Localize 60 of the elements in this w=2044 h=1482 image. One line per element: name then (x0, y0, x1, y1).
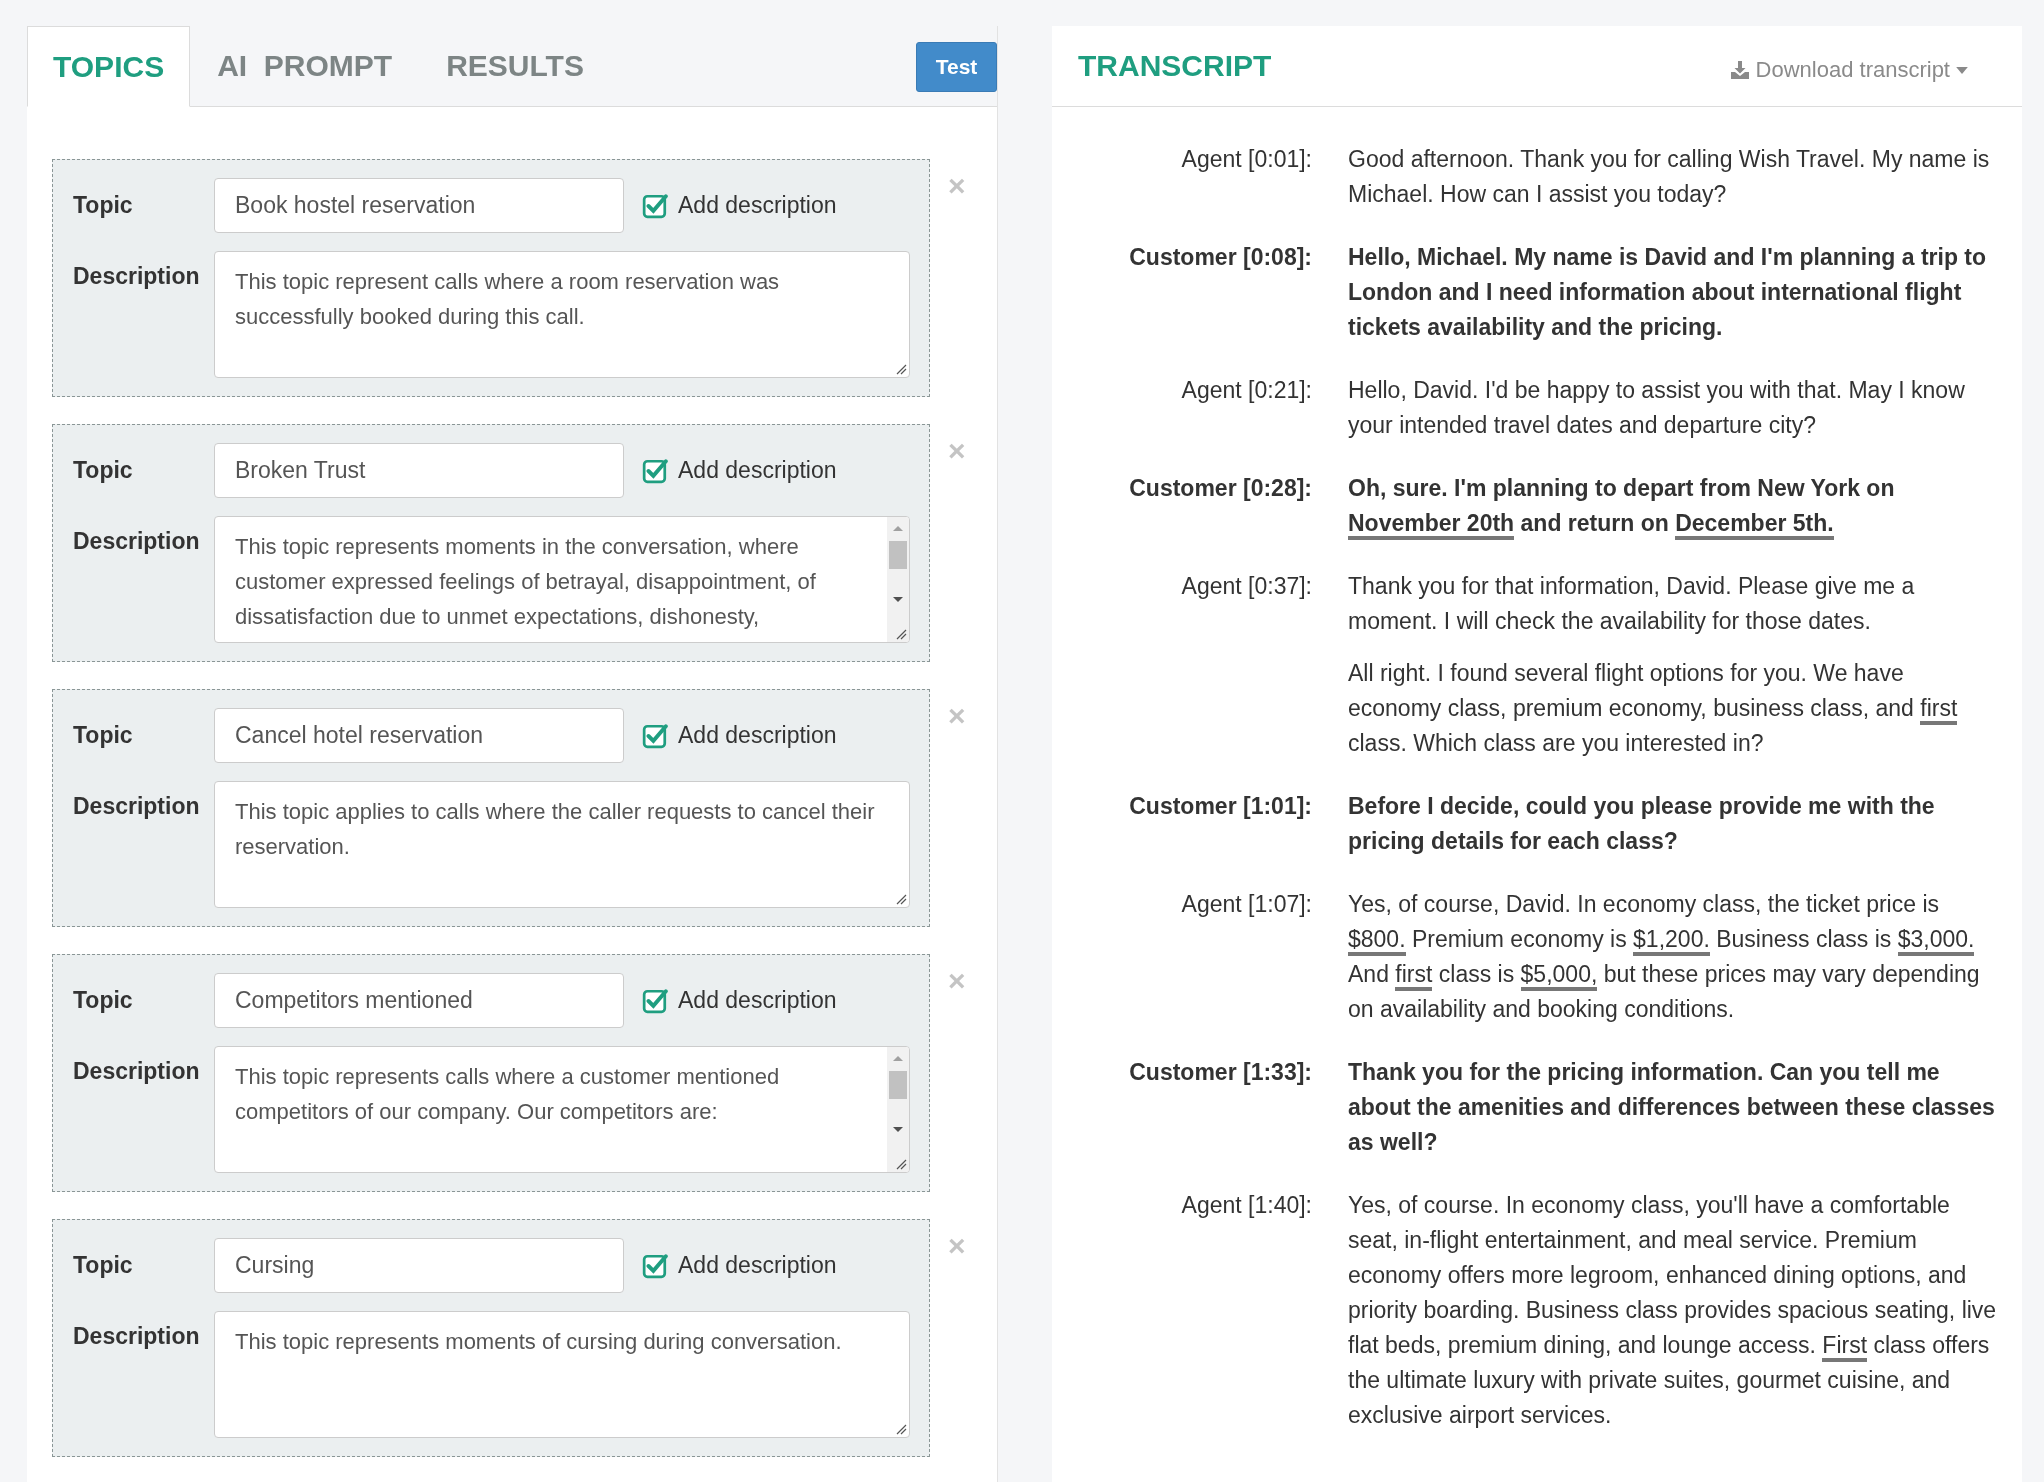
topic-input[interactable]: Cancel hotel reservation (214, 708, 624, 763)
checkbox-label[interactable]: Add description (678, 1252, 837, 1279)
caret-icon (1956, 66, 1968, 74)
checkbox-label[interactable]: Add description (678, 987, 837, 1014)
topic-input[interactable]: Competitors mentioned (214, 973, 624, 1028)
transcript-text: Thank you for that information, David. Please give me a moment. I will check the availability for those dates. (1348, 572, 1916, 636)
speaker-label: Agent [0:37]: (1180, 572, 1312, 601)
description-label: Description (73, 527, 201, 555)
topic-input[interactable]: Cursing (214, 1238, 624, 1293)
description-label: Description (73, 1322, 201, 1350)
transcript-text: Good afternoon. Thank you for calling Wish Travel. My name is Michael. How can I assist you today? (1348, 145, 1991, 209)
description-field[interactable]: This topic applies to calls where the caller requests to cancel their reservation. (214, 781, 910, 908)
transcript-text: Yes, of course. In economy class, you'll have a comfortable seat, in-flight entertainment, and meal service. Premium economy offers more legroom, enhanced dining options, and priority boarding. Business class provides spacious seating, live flat beds, premium dining, and lounge access. First class offers the ultimate luxury with private suites, gourmet cuisine, and exclusive airport services. (1348, 1191, 1998, 1430)
transcript-text: All right. I found several flight options for you. We have economy class, premium economy, business class, and first class. Which class are you interested in? (1348, 659, 1959, 758)
transcript-text: Thank you for the pricing information. Can you tell me about the amenities and differences between these classes as well? (1348, 1058, 1996, 1157)
transcript-text: Hello, Michael. My name is David and I'm planning a trip to London and I need information about international flight tickets availability and the pricing. (1348, 243, 1988, 342)
checkbox-label[interactable]: Add description (678, 192, 837, 219)
description-label: Description (73, 1057, 201, 1085)
description-field[interactable]: This topic represent calls where a room reservation was successfully booked during this call. (214, 251, 910, 378)
speaker-label: Agent [0:21]: (1180, 376, 1312, 405)
transcript-text: Yes, of course, David. In economy class, the ticket price is $800. Premium economy is $1,200. Business class is $3,000. And first class is $5,000, but these prices may vary depending on availability and booking conditions. (1348, 890, 1981, 1024)
speaker-label: Agent [1:40]: (1180, 1191, 1312, 1220)
transcript-text: Oh, sure. I'm planning to depart from New York on November 20th and return on December 5th. (1348, 471, 1998, 541)
speaker-label: Agent [0:01]: (1180, 145, 1312, 174)
resize-grip-icon[interactable] (895, 628, 907, 640)
checkbox-icon[interactable] (642, 192, 668, 219)
scrollbar-drawing[interactable] (887, 517, 909, 642)
topic-label: Topic (73, 192, 134, 219)
speaker-label: Customer [1:33]: (1128, 1058, 1312, 1087)
speaker-label: Customer [1:01]: (1128, 792, 1312, 821)
description-label: Description (73, 262, 201, 290)
checkbox-label[interactable]: Add description (678, 722, 837, 749)
test-button[interactable]: Test (916, 42, 997, 92)
checkbox-icon[interactable] (642, 457, 668, 484)
scrollbar-drawing[interactable] (887, 1047, 909, 1172)
description-label: Description (73, 792, 201, 820)
description-field[interactable]: This topic represents calls where a customer mentioned competitors of our company. Our competitors are: (214, 1046, 910, 1173)
checkbox-icon[interactable] (642, 1252, 668, 1279)
resize-grip-icon[interactable] (895, 1423, 907, 1435)
topic-label: Topic (73, 722, 134, 749)
topic-label: Topic (73, 987, 134, 1014)
topic-label: Topic (73, 457, 134, 484)
description-field[interactable]: This topic represents moments in the conversation, where customer expressed feelings of betrayal, disappointment, of dissatisfaction due to unmet expectations, dishonesty, (214, 516, 910, 643)
transcript-text: Before I decide, could you please provide me with the pricing details for each class? (1348, 792, 1936, 856)
resize-grip-icon[interactable] (895, 893, 907, 905)
checkbox-icon[interactable] (642, 722, 668, 749)
speaker-label: Customer [0:08]: (1128, 243, 1312, 272)
download-icon (1729, 60, 1750, 80)
speaker-label: Agent [1:07]: (1180, 890, 1312, 919)
topic-label: Topic (73, 1252, 134, 1279)
topic-input[interactable]: Broken Trust (214, 443, 624, 498)
checkbox-label[interactable]: Add description (678, 457, 837, 484)
description-field[interactable]: This topic represents moments of cursing during conversation. (214, 1311, 910, 1438)
speaker-label: Customer [0:28]: (1128, 474, 1312, 503)
resize-grip-icon[interactable] (895, 1158, 907, 1170)
topic-input[interactable]: Book hostel reservation (214, 178, 624, 233)
transcript-title: TRANSCRIPT (1078, 49, 1272, 83)
checkbox-icon[interactable] (642, 987, 668, 1014)
transcript-text: Hello, David. I'd be happy to assist you with that. May I know your intended travel dates and departure city? (1348, 376, 1966, 440)
resize-grip-icon[interactable] (895, 363, 907, 375)
